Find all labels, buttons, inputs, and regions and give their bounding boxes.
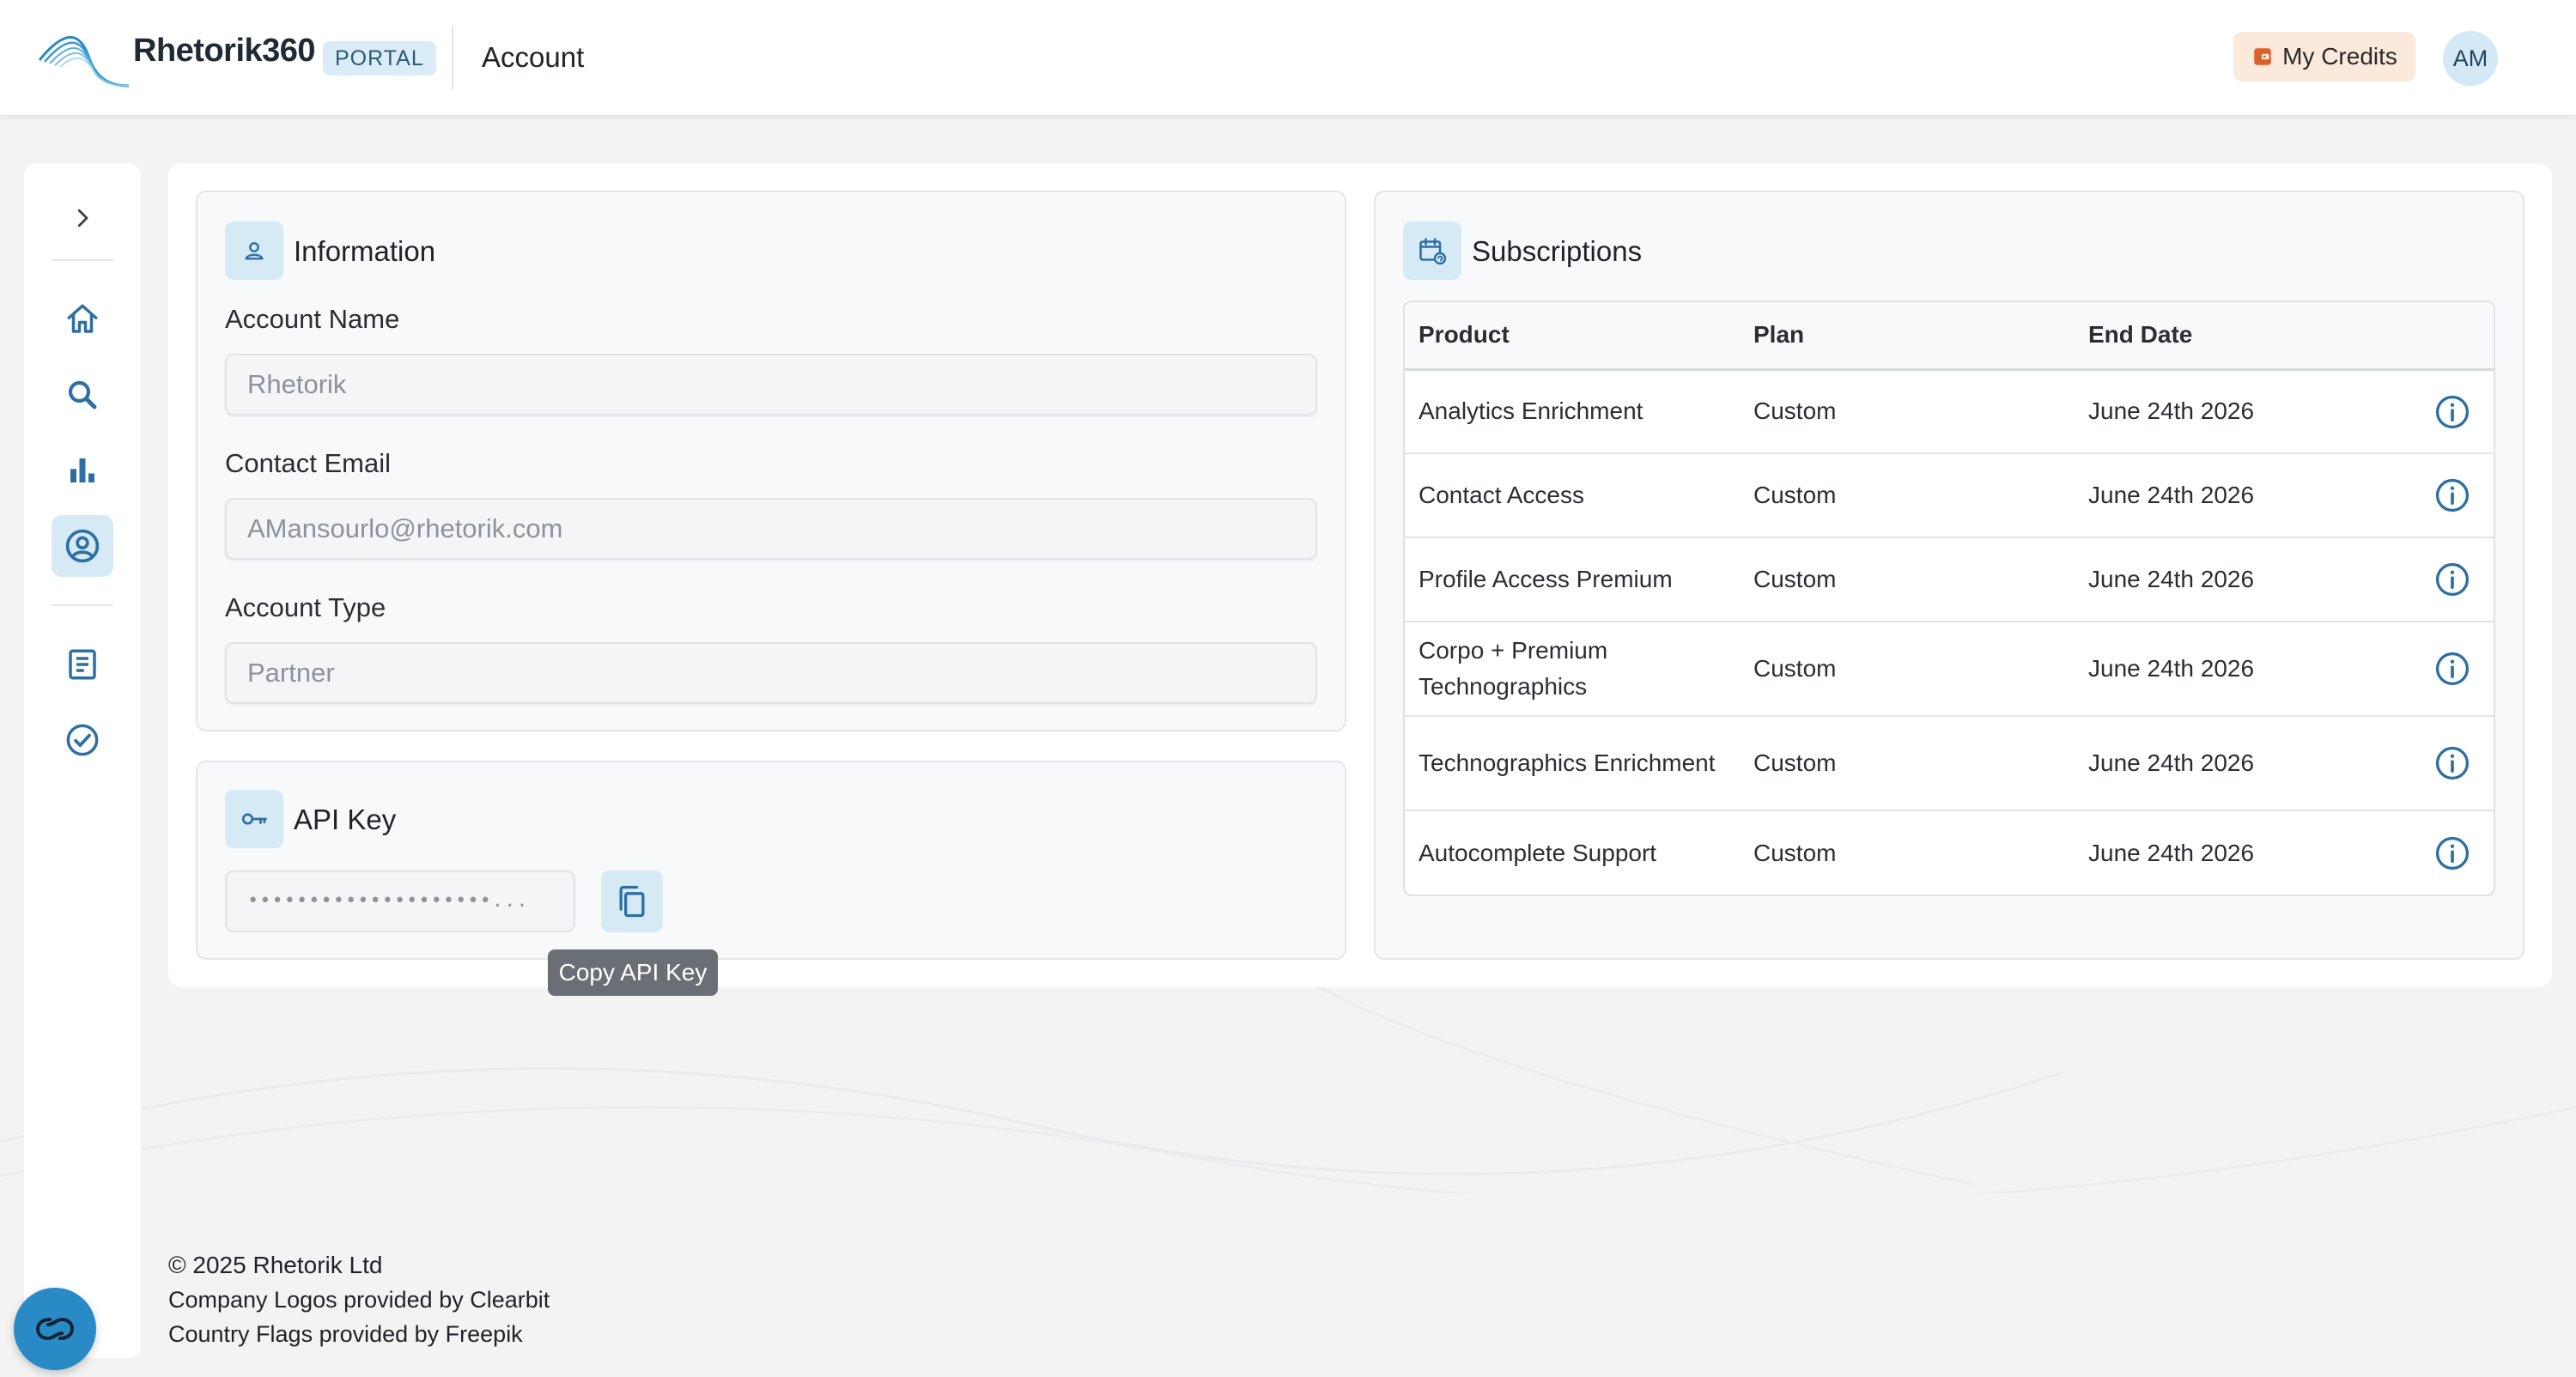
- sidebar-expand-button[interactable]: [52, 187, 113, 249]
- subscriptions-panel: Subscriptions Product Plan End Date Anal…: [1374, 191, 2524, 960]
- table-row: Contact Access Custom June 24th 2026: [1405, 453, 2494, 538]
- info-cell: [2349, 369, 2494, 454]
- end-date-cell: June 24th 2026: [2075, 716, 2349, 811]
- info-circle-icon[interactable]: [2433, 744, 2471, 782]
- info-cell: [2349, 810, 2494, 895]
- product-cell: Corpo + Premium Technographics: [1405, 622, 1740, 717]
- background-swoosh: [0, 970, 2576, 1193]
- column-header-end-date[interactable]: End Date: [2075, 302, 2349, 371]
- sidebar: [24, 163, 141, 1358]
- contact-email-label: Contact Email: [225, 448, 391, 478]
- footer-copyright: © 2025 Rhetorik Ltd: [168, 1252, 383, 1278]
- account-name-label: Account Name: [225, 304, 400, 334]
- table-header-row: Product Plan End Date: [1405, 302, 2494, 371]
- copy-api-key-button[interactable]: [601, 870, 663, 932]
- sidebar-item-search[interactable]: [52, 364, 113, 426]
- information-icon-box: [225, 221, 283, 280]
- table-row: Corpo + Premium Technographics Custom Ju…: [1405, 622, 2494, 717]
- info-circle-icon[interactable]: [2433, 650, 2471, 688]
- info-circle-icon[interactable]: [2433, 834, 2471, 872]
- api-key-field[interactable]: ••••••••••••••••••••...: [225, 870, 575, 932]
- plan-cell: Custom: [1740, 622, 2075, 717]
- table-row: Profile Access Premium Custom June 24th …: [1405, 537, 2494, 622]
- account-name-input[interactable]: [225, 354, 1317, 416]
- bar-chart-icon: [70, 458, 94, 482]
- plan-cell: Custom: [1740, 537, 2075, 622]
- subscriptions-title: Subscriptions: [1472, 235, 1643, 267]
- table-row: Analytics Enrichment Custom June 24th 20…: [1405, 369, 2494, 454]
- page-title: Account: [482, 41, 585, 73]
- plan-cell: Custom: [1740, 369, 2075, 454]
- top-header: Rhetorik360 PORTAL Account My Credits AM: [0, 0, 2576, 115]
- sidebar-item-account[interactable]: [52, 515, 113, 577]
- column-header-product[interactable]: Product: [1405, 302, 1740, 371]
- rhetorik-logo-icon: [38, 35, 130, 88]
- my-credits-button[interactable]: My Credits: [2233, 32, 2415, 82]
- my-credits-label: My Credits: [2282, 43, 2397, 70]
- end-date-cell: June 24th 2026: [2088, 839, 2255, 866]
- home-icon: [67, 304, 98, 333]
- api-key-panel: API Key ••••••••••••••••••••...: [196, 761, 1346, 960]
- api-key-title: API Key: [294, 804, 397, 835]
- check-circle-icon: [66, 724, 99, 756]
- info-circle-icon[interactable]: [2433, 393, 2471, 431]
- chat-loop-icon: [35, 1317, 75, 1341]
- sidebar-item-documents[interactable]: [52, 634, 113, 695]
- account-circle-icon: [65, 529, 100, 563]
- plan-cell: Custom: [1740, 716, 2075, 811]
- footer-flags-credit: Country Flags provided by Freepik: [168, 1321, 523, 1347]
- api-key-icon-box: [225, 790, 283, 848]
- subscriptions-table: Product Plan End Date Analytics Enrichme…: [1403, 300, 2495, 896]
- wallet-icon: [2254, 48, 2271, 65]
- column-header-actions: [2349, 302, 2494, 371]
- search-icon: [68, 380, 97, 409]
- document-icon: [69, 649, 96, 680]
- product-cell: Profile Access Premium: [1405, 537, 1740, 622]
- person-icon: [245, 242, 264, 260]
- info-cell: [2349, 537, 2494, 622]
- plan-cell: Custom: [1740, 453, 2075, 538]
- info-circle-icon[interactable]: [2433, 476, 2471, 514]
- footer-logos-credit: Company Logos provided by Clearbit: [168, 1287, 550, 1313]
- contact-email-input[interactable]: [225, 498, 1317, 560]
- account-content: Information Account Name Contact Email A…: [168, 163, 2552, 987]
- sidebar-item-tasks[interactable]: [52, 709, 113, 771]
- plan-cell: Custom: [1753, 839, 1837, 866]
- subscriptions-icon-box: [1403, 221, 1461, 280]
- info-cell: [2349, 622, 2494, 717]
- end-date-cell: June 24th 2026: [2075, 622, 2349, 717]
- info-cell: [2349, 453, 2494, 538]
- account-type-label: Account Type: [225, 592, 386, 622]
- end-date-cell: June 24th 2026: [2075, 369, 2349, 454]
- chat-widget-button[interactable]: [14, 1288, 96, 1370]
- information-panel: Information Account Name Contact Email A…: [196, 191, 1346, 731]
- account-type-input[interactable]: [225, 642, 1317, 704]
- sidebar-divider: [52, 259, 113, 261]
- user-avatar[interactable]: AM: [2443, 31, 2498, 86]
- column-header-plan[interactable]: Plan: [1740, 302, 2075, 371]
- table-row: Technographics Enrichment Custom June 24…: [1405, 716, 2494, 811]
- key-icon: [241, 813, 267, 825]
- chevron-right-icon: [77, 209, 88, 227]
- information-title: Information: [294, 235, 436, 267]
- sidebar-item-analytics[interactable]: [52, 440, 113, 501]
- info-circle-icon[interactable]: [2433, 561, 2471, 598]
- sidebar-divider: [52, 604, 113, 606]
- brand-name: Rhetorik360: [133, 33, 316, 69]
- end-date-cell: June 24th 2026: [2075, 537, 2349, 622]
- footer: © 2025 Rhetorik Ltd Company Logos provid…: [168, 1248, 550, 1351]
- info-cell: [2349, 716, 2494, 811]
- product-cell: Technographics Enrichment: [1405, 716, 1740, 811]
- product-cell: Contact Access: [1405, 453, 1740, 538]
- copy-icon: [619, 885, 645, 918]
- header-divider: [452, 26, 453, 89]
- table-row: Autocomplete Support Custom June 24th 20…: [1405, 810, 2494, 895]
- calendar-refresh-icon: [1419, 238, 1447, 265]
- product-cell: Autocomplete Support: [1419, 839, 1657, 866]
- copy-api-key-tooltip: Copy API Key: [548, 949, 718, 996]
- portal-badge: PORTAL: [323, 41, 436, 76]
- sidebar-item-home[interactable]: [52, 288, 113, 350]
- product-cell: Analytics Enrichment: [1405, 369, 1740, 454]
- end-date-cell: June 24th 2026: [2075, 453, 2349, 538]
